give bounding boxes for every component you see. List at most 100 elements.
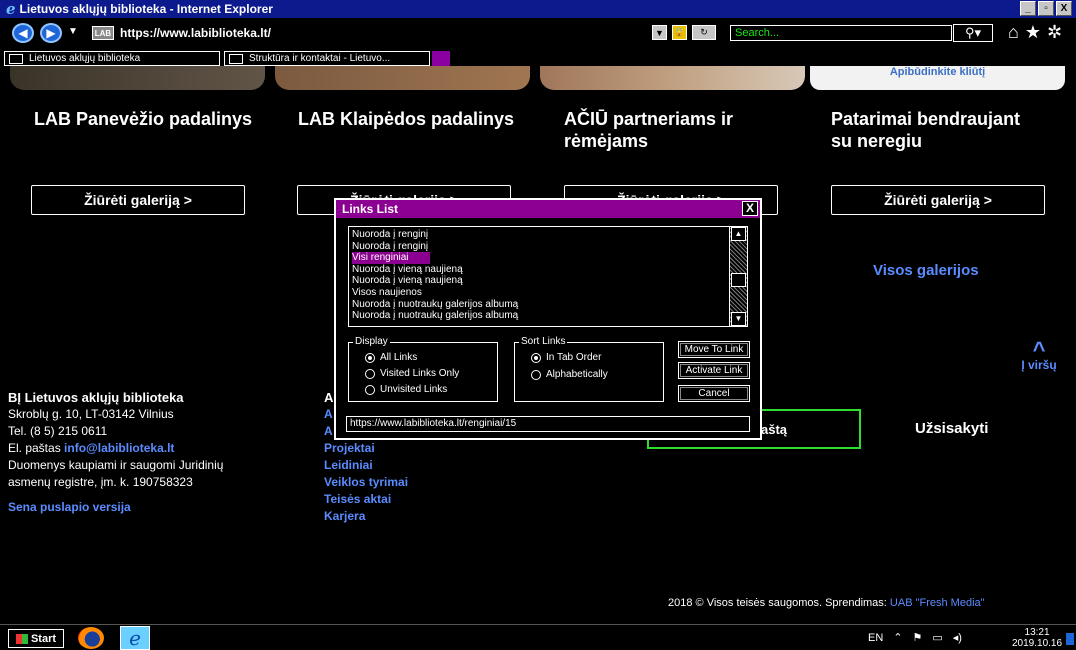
maximize-button[interactable]: ▫ (1038, 1, 1054, 16)
links-listbox[interactable]: Nuoroda į renginį Nuoroda į renginį Visi r… (348, 226, 748, 327)
radio-visited-links[interactable]: Visited Links Only (365, 368, 459, 379)
search-input[interactable]: Search... (730, 25, 952, 41)
language-indicator[interactable]: EN (868, 632, 883, 644)
view-gallery-button[interactable]: Žiūrėti galeriją > (831, 185, 1045, 215)
links-items: Nuoroda į renginį Nuoroda į renginį Visi r… (352, 229, 728, 322)
site-favicon-icon: LAB (92, 26, 114, 40)
link-list-item[interactable]: Nuoroda į nuotraukų galerijos albumą (352, 310, 728, 322)
chevron-up-icon: ^ (1032, 337, 1046, 362)
move-to-link-button[interactable]: Move To Link (678, 341, 750, 358)
gallery-title: LAB Klaipėdos padalinys (298, 109, 515, 129)
old-version-link[interactable]: Sena puslapio versija (8, 500, 131, 514)
address-field[interactable]: LAB https://www.labiblioteka.lt/ (92, 24, 652, 42)
show-desktop-button[interactable] (1066, 633, 1074, 645)
copyright-text: 2018 © Visos teisės saugomos. Sprendimas… (668, 597, 887, 609)
radio-dot (365, 384, 375, 395)
gallery-title: Patarimai bendraujant su neregiu (831, 109, 1021, 151)
radio-dot (365, 368, 375, 379)
org-name: BĮ Lietuvos aklųjų biblioteka (8, 390, 184, 405)
gallery-image[interactable] (275, 66, 530, 90)
email-link[interactable]: info@labiblioteka.lt (64, 441, 174, 455)
tab-label: Lietuvos aklųjų biblioteka (29, 53, 141, 64)
radio-label: Alphabetically (546, 369, 608, 380)
window-title: Lietuvos aklųjų biblioteka - Internet Ex… (19, 2, 273, 16)
link-list-item[interactable]: Nuoroda į nuotraukų galerijos albumą (352, 299, 728, 311)
gallery-image[interactable]: Apibūdinkite kliūtį (810, 66, 1065, 90)
clock-time: 13:21 (1024, 627, 1050, 638)
radio-alphabetically[interactable]: Alphabetically (531, 369, 608, 380)
address-bar-row: ◀ ▶ ▼ LAB https://www.labiblioteka.lt/ ▼… (0, 18, 1076, 48)
favorites-star-icon[interactable]: ★ (1025, 22, 1047, 42)
link-list-item[interactable]: Visos naujienos (352, 287, 728, 299)
link-list-item[interactable]: Nuoroda į renginį (352, 241, 728, 253)
phone-text: Tel. (8 5) 215 0611 (8, 424, 108, 438)
tab-active[interactable]: Lietuvos aklųjų biblioteka (4, 51, 220, 66)
footer-menu-item[interactable]: Leidiniai (324, 457, 408, 474)
gallery-image[interactable] (540, 66, 805, 90)
footer-menu-item[interactable]: Projektai (324, 440, 408, 457)
footer-menu-item[interactable]: Karjera (324, 508, 408, 525)
dialog-close-button[interactable]: X (742, 201, 758, 216)
scroll-top-button[interactable]: ^ Į viršų (1014, 337, 1064, 373)
window-titlebar: e Lietuvos aklųjų biblioteka - Internet … (0, 0, 1076, 18)
refresh-icon[interactable]: ↻ (692, 25, 716, 40)
address-dropdown-icon[interactable]: ▼ (652, 25, 667, 40)
firefox-icon[interactable] (78, 627, 104, 649)
developer-link[interactable]: UAB "Fresh Media" (890, 597, 985, 609)
scroll-down-icon[interactable]: ▼ (731, 312, 746, 326)
banner-text: Apibūdinkite kliūtį (889, 66, 986, 78)
clock[interactable]: 13:21 2019.10.16 (1012, 627, 1062, 649)
start-label: Start (30, 632, 57, 645)
tab-structure[interactable]: Struktūra ir kontaktai - Lietuvo... (224, 51, 430, 66)
internet-explorer-icon[interactable]: e (120, 626, 150, 650)
home-icon[interactable]: ⌂ (1008, 22, 1025, 42)
gallery-image[interactable] (10, 66, 265, 90)
scroll-thumb[interactable] (731, 273, 746, 287)
minimize-button[interactable]: _ (1020, 1, 1036, 16)
link-list-item[interactable]: Nuoroda į vieną naujieną (352, 264, 728, 276)
email-input-label: aštą (761, 421, 788, 437)
view-gallery-button[interactable]: Žiūrėti galeriją > (31, 185, 245, 215)
link-list-item[interactable]: Visi renginiai (352, 252, 430, 264)
new-tab-button[interactable] (432, 51, 450, 66)
taskbar: Start e EN ⌃ ⚑ ▭ ◂) 13:21 2019.10.16 (0, 624, 1076, 650)
start-button[interactable]: Start (8, 629, 64, 648)
gear-icon[interactable]: ✲ (1047, 22, 1068, 42)
history-dropdown-icon[interactable]: ▼ (68, 26, 78, 37)
radio-unvisited-links[interactable]: Unvisited Links (365, 384, 447, 395)
email-label: El. paštas (8, 441, 61, 455)
radio-label: In Tab Order (546, 352, 602, 363)
volume-icon[interactable]: ◂) (953, 631, 962, 644)
links-list-dialog: Links List X Nuoroda į renginį Nuoroda į … (334, 198, 762, 440)
toolbar-icons: ⌂★✲ (1008, 22, 1068, 43)
forward-arrow-icon[interactable]: ▶ (40, 23, 62, 43)
back-arrow-icon[interactable]: ◀ (12, 23, 34, 43)
window-controls: _ ▫ X (1020, 1, 1072, 16)
link-list-item[interactable]: Nuoroda į renginį (352, 229, 728, 241)
radio-all-links[interactable]: All Links (365, 352, 417, 363)
address-url: https://www.labiblioteka.lt/ (120, 26, 271, 40)
lock-icon[interactable]: 🔒 (672, 25, 687, 40)
selected-link-url: https://www.labiblioteka.lt/renginiai/15 (346, 416, 750, 432)
tray-expand-icon[interactable]: ⌃ (893, 631, 902, 644)
network-icon[interactable]: ▭ (932, 631, 942, 644)
site-favicon-icon (9, 53, 23, 64)
activate-link-button[interactable]: Activate Link (678, 362, 750, 379)
link-list-item[interactable]: Nuoroda į vieną naujieną (352, 275, 728, 287)
page-icon (229, 53, 243, 64)
flag-icon[interactable]: ⚑ (913, 631, 923, 644)
cancel-button[interactable]: Cancel (678, 385, 750, 402)
scroll-up-icon[interactable]: ▲ (731, 227, 746, 241)
footer-menu-item[interactable]: Teisės aktai (324, 491, 408, 508)
search-icon[interactable]: ⚲▾ (953, 24, 993, 42)
radio-label: Unvisited Links (380, 384, 448, 395)
radio-tab-order[interactable]: In Tab Order (531, 352, 601, 363)
close-window-button[interactable]: X (1056, 1, 1072, 16)
radio-label: All Links (380, 352, 418, 363)
subscribe-button[interactable]: Užsisakyti (915, 420, 988, 437)
all-galleries-link[interactable]: Visos galerijos (873, 262, 979, 279)
footer-menu-item[interactable]: Veiklos tyrimai (324, 474, 408, 491)
tab-row: Lietuvos aklųjų biblioteka Struktūra ir … (0, 50, 1076, 66)
links-scrollbar[interactable]: ▲ ▼ (729, 227, 747, 326)
sort-legend: Sort Links (519, 336, 568, 347)
